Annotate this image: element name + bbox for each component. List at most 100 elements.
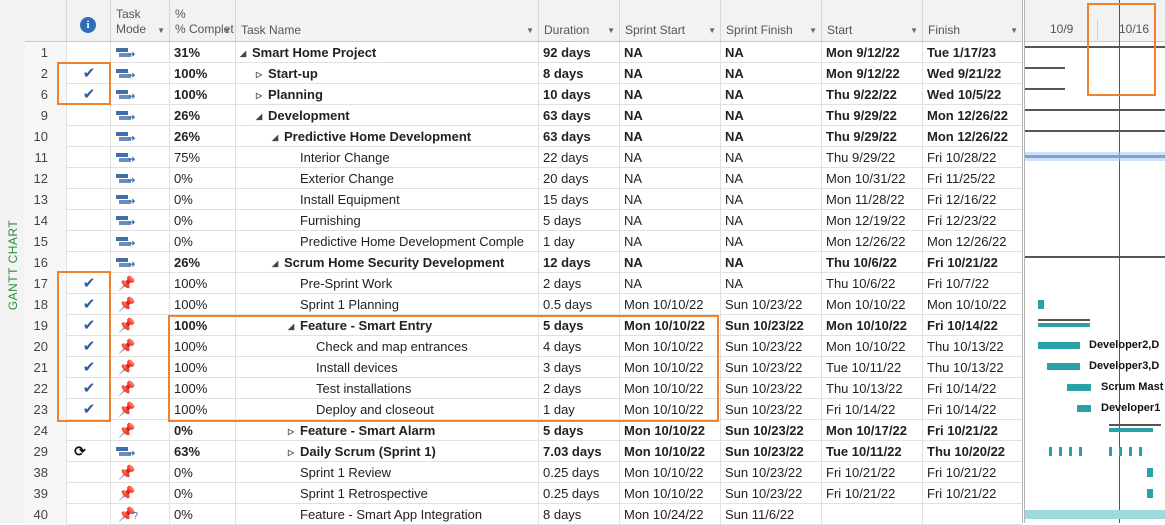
finish-cell[interactable] <box>923 504 1022 525</box>
start-cell[interactable]: Mon 12/26/22 <box>822 231 923 252</box>
sprint-start-cell[interactable]: NA <box>620 273 721 294</box>
sprint-start-cell[interactable]: NA <box>620 168 721 189</box>
start-cell[interactable]: Fri 10/21/22 <box>822 462 923 483</box>
start-cell[interactable]: Mon 10/17/22 <box>822 420 923 441</box>
percent-complete-cell[interactable]: 26% <box>170 252 236 273</box>
task-name-cell[interactable]: Exterior Change <box>236 168 539 189</box>
task-bar[interactable] <box>1109 428 1153 432</box>
percent-complete-cell[interactable]: 0% <box>170 168 236 189</box>
finish-cell[interactable]: Wed 9/21/22 <box>923 63 1022 84</box>
sprint-start-cell[interactable]: Mon 10/10/22 <box>620 420 721 441</box>
duration-cell[interactable]: 1 day <box>539 231 620 252</box>
task-mode-cell[interactable]: 📌 <box>111 483 170 504</box>
sprint-finish-cell[interactable]: NA <box>721 63 822 84</box>
percent-complete-cell[interactable]: 0% <box>170 231 236 252</box>
start-column-header[interactable]: Start ▼ <box>822 0 923 41</box>
row-number[interactable]: 9 <box>25 105 67 126</box>
sprint-finish-cell[interactable]: NA <box>721 231 822 252</box>
sprint-finish-cell[interactable]: Sun 10/23/22 <box>721 294 822 315</box>
duration-cell[interactable]: 8 days <box>539 504 620 525</box>
sprint-finish-cell[interactable]: Sun 11/6/22 <box>721 504 822 525</box>
percent-complete-cell[interactable]: 26% <box>170 126 236 147</box>
start-cell[interactable]: Thu 9/29/22 <box>822 126 923 147</box>
duration-cell[interactable]: 20 days <box>539 168 620 189</box>
duration-cell[interactable]: 0.25 days <box>539 462 620 483</box>
task-name-cell[interactable]: ◢ Scrum Home Security Development <box>236 252 539 273</box>
task-name-cell[interactable]: ◢ Smart Home Project <box>236 42 539 63</box>
percent-complete-cell[interactable]: 0% <box>170 420 236 441</box>
chevron-down-icon[interactable]: ▼ <box>708 26 716 35</box>
start-cell[interactable]: Mon 10/31/22 <box>822 168 923 189</box>
task-mode-cell[interactable]: ➜ <box>111 126 170 147</box>
task-bar[interactable] <box>1129 447 1132 456</box>
finish-cell[interactable]: Thu 10/13/22 <box>923 336 1022 357</box>
chevron-down-icon[interactable]: ▼ <box>223 26 231 35</box>
duration-cell[interactable]: 92 days <box>539 42 620 63</box>
finish-cell[interactable]: Mon 12/26/22 <box>923 105 1022 126</box>
task-name-cell[interactable]: ◢ Predictive Home Development <box>236 126 539 147</box>
row-number[interactable]: 40 <box>25 504 67 525</box>
start-cell[interactable]: Thu 10/13/22 <box>822 378 923 399</box>
sprint-finish-cell[interactable]: Sun 10/23/22 <box>721 399 822 420</box>
table-row[interactable]: 13 ➜ 0% Install Equipment 15 days NA NA Mon 11/… <box>25 189 1022 210</box>
sprint-start-cell[interactable]: Mon 10/10/22 <box>620 294 721 315</box>
start-cell[interactable]: Mon 12/19/22 <box>822 210 923 231</box>
summary-bar[interactable] <box>1025 88 1065 90</box>
task-bar[interactable] <box>1079 447 1082 456</box>
task-bar[interactable] <box>1047 363 1080 370</box>
summary-bar[interactable] <box>1038 319 1090 321</box>
task-bar[interactable] <box>1038 300 1044 309</box>
task-mode-cell[interactable]: ➜ <box>111 42 170 63</box>
sprint-start-cell[interactable]: NA <box>620 147 721 168</box>
task-mode-cell[interactable]: ➜ <box>111 84 170 105</box>
sprint-start-cell[interactable]: NA <box>620 210 721 231</box>
sprint-start-cell[interactable]: NA <box>620 126 721 147</box>
sprint-start-cell[interactable]: NA <box>620 231 721 252</box>
finish-cell[interactable]: Fri 12/23/22 <box>923 210 1022 231</box>
sprint-finish-cell[interactable]: NA <box>721 84 822 105</box>
indicators-column-header[interactable]: i <box>67 0 111 41</box>
start-cell[interactable]: Thu 9/29/22 <box>822 105 923 126</box>
percent-complete-cell[interactable]: 0% <box>170 189 236 210</box>
summary-bar[interactable] <box>1109 424 1161 426</box>
finish-cell[interactable]: Thu 10/20/22 <box>923 441 1022 462</box>
task-mode-cell[interactable]: ➜ <box>111 147 170 168</box>
row-number[interactable]: 12 <box>25 168 67 189</box>
percent-complete-cell[interactable]: 100% <box>170 63 236 84</box>
task-name-cell[interactable]: ◢ Development <box>236 105 539 126</box>
start-cell[interactable]: Mon 9/12/22 <box>822 42 923 63</box>
row-number[interactable]: 29 <box>25 441 67 462</box>
finish-column-header[interactable]: Finish ▼ <box>923 0 1022 41</box>
sprint-finish-cell[interactable]: NA <box>721 105 822 126</box>
task-mode-column-header[interactable]: Task Mode ▼ <box>111 0 170 41</box>
task-name-cell[interactable]: ▷ Feature - Smart Alarm <box>236 420 539 441</box>
duration-cell[interactable]: 0.25 days <box>539 483 620 504</box>
duration-cell[interactable]: 7.03 days <box>539 441 620 462</box>
task-bar[interactable] <box>1059 447 1062 456</box>
table-row[interactable]: 24 📌 0% ▷ Feature - Smart Alarm 5 days Mon 10/… <box>25 420 1022 441</box>
table-row[interactable]: 39 📌 0% Sprint 1 Retrospective 0.25 days Mon … <box>25 483 1022 504</box>
table-row[interactable]: 16 ➜ 26% ◢ Scrum Home Security Development 12… <box>25 252 1022 273</box>
start-cell[interactable]: Tue 10/11/22 <box>822 357 923 378</box>
duration-cell[interactable]: 63 days <box>539 126 620 147</box>
collapse-triangle-icon[interactable]: ◢ <box>240 43 252 63</box>
row-number[interactable]: 38 <box>25 462 67 483</box>
sprint-finish-cell[interactable]: NA <box>721 126 822 147</box>
duration-column-header[interactable]: Duration ▼ <box>539 0 620 41</box>
task-name-cell[interactable]: Install Equipment <box>236 189 539 210</box>
finish-cell[interactable]: Fri 10/21/22 <box>923 483 1022 504</box>
row-number[interactable]: 14 <box>25 210 67 231</box>
percent-complete-cell[interactable]: 100% <box>170 273 236 294</box>
task-name-cell[interactable]: Furnishing <box>236 210 539 231</box>
expand-triangle-icon[interactable]: ▷ <box>288 421 300 441</box>
chevron-down-icon[interactable]: ▼ <box>910 26 918 35</box>
sprint-start-column-header[interactable]: Sprint Start ▼ <box>620 0 721 41</box>
expand-triangle-icon[interactable]: ▷ <box>288 442 300 462</box>
row-number[interactable]: 24 <box>25 420 67 441</box>
task-mode-cell[interactable]: 📌 <box>111 462 170 483</box>
task-bar[interactable] <box>1119 447 1122 456</box>
chevron-down-icon[interactable]: ▼ <box>809 26 817 35</box>
task-mode-cell[interactable]: 📌 <box>111 378 170 399</box>
sprint-finish-cell[interactable]: NA <box>721 42 822 63</box>
sprint-start-cell[interactable]: NA <box>620 105 721 126</box>
